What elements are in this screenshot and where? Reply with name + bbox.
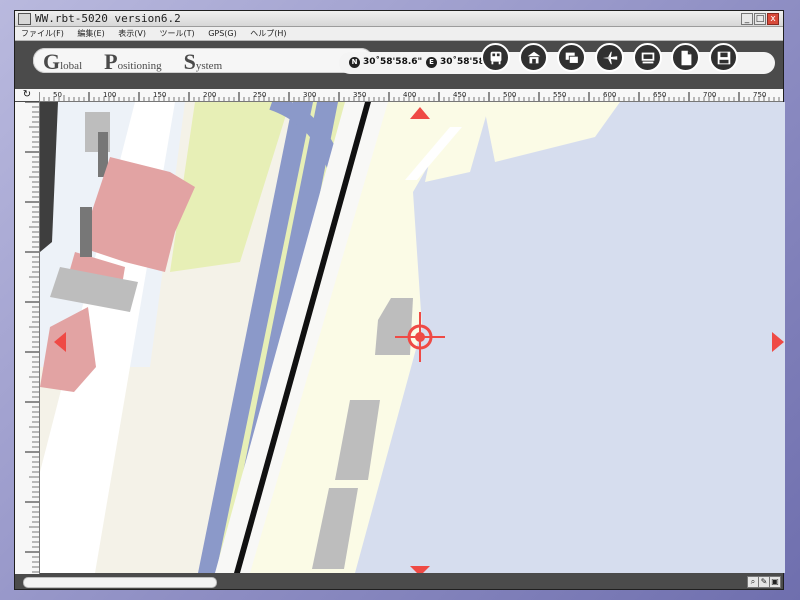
document-button[interactable] (671, 43, 700, 72)
bus-icon (490, 51, 501, 64)
menu-view[interactable]: 表示(V) (112, 27, 151, 39)
station-icon (527, 51, 540, 63)
east-badge: E (426, 57, 437, 68)
menu-file[interactable]: ファイル(F) (15, 27, 69, 39)
logo-letter-s: S (183, 49, 196, 74)
horizontal-ruler-label: 750 (753, 91, 766, 99)
windows-icon (565, 52, 579, 64)
document-icon (681, 50, 691, 65)
logo-letter-p: P (104, 49, 118, 74)
maximize-button[interactable]: □ (754, 13, 766, 25)
window-title: WW.rbt-5020 version6.2 (35, 12, 181, 25)
map-canvas[interactable] (40, 102, 785, 573)
horizontal-ruler-label: 200 (203, 91, 216, 99)
minimize-button[interactable]: _ (741, 13, 753, 25)
app-icon (18, 13, 31, 25)
computer-button[interactable] (633, 43, 662, 72)
horizontal-ruler-label: 450 (453, 91, 466, 99)
horizontal-scrollbar[interactable] (23, 577, 217, 588)
horizontal-ruler-label: 600 (603, 91, 616, 99)
horizontal-ruler: 50 100 150 200 250 300 350 400 450 500 550 600 650 70… (39, 89, 783, 102)
close-button[interactable]: x (767, 13, 779, 25)
logo-plate: Global Positioning System (33, 48, 373, 75)
expand-button[interactable]: ▣ (769, 576, 781, 588)
airplane-button[interactable] (595, 43, 624, 72)
toolbar-header: Global Positioning System N 30˚58'58.6" E… (15, 41, 783, 89)
horizontal-ruler-label: 650 (653, 91, 666, 99)
logo-word-global: lobal (60, 60, 83, 72)
horizontal-ruler-label: 50 (53, 91, 62, 99)
horizontal-ruler-label: 300 (303, 91, 316, 99)
north-badge: N (349, 57, 360, 68)
gps-logo: Global Positioning System (43, 49, 222, 75)
building-dark-2 (80, 207, 92, 257)
bus-button[interactable] (481, 43, 510, 72)
save-icon (717, 51, 730, 64)
status-bar: ⌕ ✎ ▣ (15, 574, 783, 589)
vertical-ruler (15, 102, 40, 574)
horizontal-ruler-label: 400 (403, 91, 416, 99)
logo-word-system: ystem (195, 60, 223, 72)
horizontal-ruler-label: 150 (153, 91, 166, 99)
north-value: 30˚58'58.6" (363, 57, 423, 67)
station-button[interactable] (519, 43, 548, 72)
application-window: WW.rbt-5020 version6.2 _ □ x ファイル(F) 編集(… (14, 10, 785, 590)
horizontal-ruler-label: 250 (253, 91, 266, 99)
north-coordinate: N 30˚58'58.6" (349, 57, 422, 68)
windows-button[interactable] (557, 43, 586, 72)
menu-tools[interactable]: ツール(T) (154, 27, 200, 39)
horizontal-ruler-label: 350 (353, 91, 366, 99)
map-view[interactable] (40, 102, 785, 573)
computer-icon (641, 52, 654, 63)
save-button[interactable] (709, 43, 738, 72)
title-bar: WW.rbt-5020 version6.2 _ □ x (15, 11, 783, 27)
logo-letter-g: G (43, 49, 61, 74)
logo-word-positioning: ositioning (117, 60, 162, 72)
horizontal-ruler-label: 100 (103, 91, 116, 99)
menu-gps[interactable]: GPS(G) (202, 28, 242, 38)
horizontal-ruler-label: 500 (503, 91, 516, 99)
horizontal-ruler-label: 550 (553, 91, 566, 99)
airplane-icon (602, 51, 617, 64)
menu-help[interactable]: ヘルプ(H) (244, 27, 291, 39)
menu-edit[interactable]: 編集(E) (71, 27, 109, 39)
menu-bar: ファイル(F) 編集(E) 表示(V) ツール(T) GPS(G) ヘルプ(H) (15, 27, 783, 41)
horizontal-ruler-label: 700 (703, 91, 716, 99)
ruler-corner[interactable]: ↻ (15, 89, 40, 101)
